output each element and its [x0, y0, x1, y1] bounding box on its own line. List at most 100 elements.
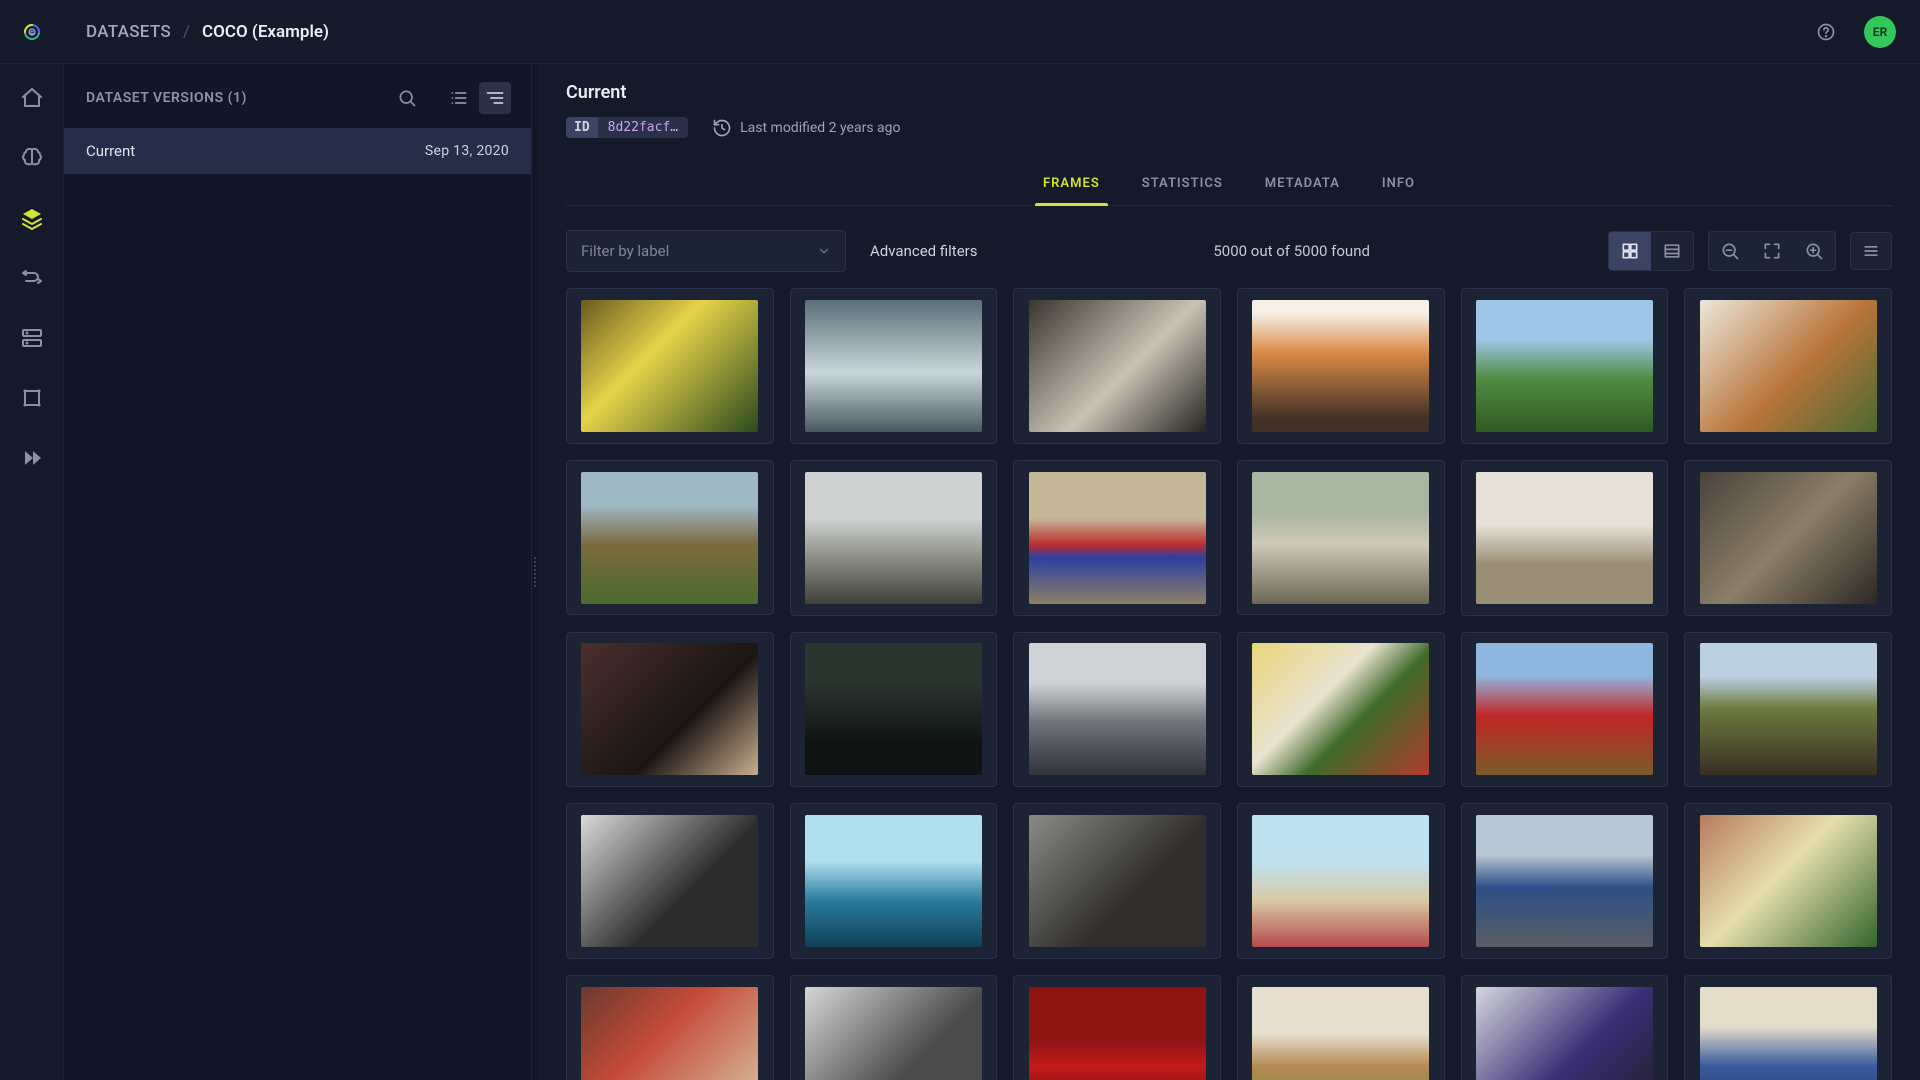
- nav-datasets[interactable]: [16, 202, 48, 234]
- version-date: Sep 13, 2020: [425, 143, 509, 159]
- thumbnail-card[interactable]: [1461, 288, 1669, 444]
- help-button[interactable]: [1810, 16, 1842, 48]
- thumbnail-card[interactable]: [1684, 803, 1892, 959]
- nav-annotations[interactable]: [16, 382, 48, 414]
- user-avatar[interactable]: ER: [1864, 16, 1896, 48]
- topbar: C DATASETS / COCO (Example) ER: [0, 0, 1920, 64]
- advanced-filters-link[interactable]: Advanced filters: [870, 242, 977, 260]
- tab-info[interactable]: INFO: [1364, 166, 1433, 205]
- nav-home[interactable]: [16, 82, 48, 114]
- thumbnail-card[interactable]: [1461, 975, 1669, 1080]
- thumbnail-card[interactable]: [1237, 460, 1445, 616]
- zoom-in-button[interactable]: [1793, 232, 1835, 270]
- thumbnail-card[interactable]: [1684, 632, 1892, 788]
- fast-forward-icon: [20, 446, 44, 470]
- thumbnail-image: [1029, 472, 1206, 604]
- nav-models[interactable]: [16, 142, 48, 174]
- thumbnail-card[interactable]: [790, 975, 998, 1080]
- breadcrumb: DATASETS / COCO (Example): [86, 22, 329, 42]
- thumbnail-card[interactable]: [1013, 460, 1221, 616]
- thumbnail-card[interactable]: [1684, 460, 1892, 616]
- thumbnail-card[interactable]: [1237, 288, 1445, 444]
- filter-placeholder: Filter by label: [581, 242, 669, 260]
- version-row[interactable]: Current Sep 13, 2020: [64, 128, 531, 174]
- sidebar-view-tree-button[interactable]: [479, 82, 511, 114]
- thumbnail-card[interactable]: [1013, 632, 1221, 788]
- view-table-button[interactable]: [1651, 232, 1693, 270]
- tab-frames[interactable]: FRAMES: [1025, 166, 1118, 205]
- view-mode-segment: [1608, 231, 1694, 271]
- sidebar-view-list-button[interactable]: [443, 82, 475, 114]
- thumbnail-image: [1700, 987, 1877, 1080]
- thumbnail-image: [1252, 815, 1429, 947]
- view-grid-button[interactable]: [1609, 232, 1651, 270]
- tab-metadata[interactable]: METADATA: [1247, 166, 1358, 205]
- thumbnail-card[interactable]: [1684, 288, 1892, 444]
- thumbnail-image: [581, 643, 758, 775]
- thumbnail-card[interactable]: [790, 803, 998, 959]
- zoom-out-button[interactable]: [1709, 232, 1751, 270]
- frames-toolbar: Filter by label Advanced filters 5000 ou…: [538, 214, 1920, 288]
- pipeline-icon: [20, 266, 44, 290]
- id-value: 8d22facf…: [598, 117, 688, 138]
- breadcrumb-root[interactable]: DATASETS: [86, 22, 171, 42]
- thumbnail-card[interactable]: [1461, 460, 1669, 616]
- filter-by-label-select[interactable]: Filter by label: [566, 230, 846, 272]
- history-icon: [712, 118, 732, 138]
- thumbnail-card[interactable]: [1237, 632, 1445, 788]
- zoom-fit-button[interactable]: [1751, 232, 1793, 270]
- tab-statistics[interactable]: STATISTICS: [1124, 166, 1241, 205]
- breadcrumb-leaf[interactable]: COCO (Example): [202, 22, 329, 42]
- thumbnail-image: [1029, 643, 1206, 775]
- thumbnail-card[interactable]: [1013, 975, 1221, 1080]
- last-modified: Last modified 2 years ago: [712, 118, 900, 138]
- dataset-id-pill[interactable]: ID 8d22facf…: [566, 117, 688, 138]
- thumbnail-card[interactable]: [566, 975, 774, 1080]
- thumbnail-image: [1029, 815, 1206, 947]
- table-icon: [1662, 241, 1682, 261]
- nav-rail: [0, 64, 64, 1080]
- thumbnail-card[interactable]: [1461, 803, 1669, 959]
- help-circle-icon: [1816, 22, 1836, 42]
- thumbnail-image: [1476, 643, 1653, 775]
- thumbnail-card[interactable]: [566, 803, 774, 959]
- logo[interactable]: C: [0, 22, 64, 42]
- sidebar-title: DATASET VERSIONS (1): [86, 90, 247, 106]
- sidebar-search-button[interactable]: [391, 82, 423, 114]
- zoom-in-icon: [1804, 241, 1824, 261]
- thumbnail-card[interactable]: [1461, 632, 1669, 788]
- thumbnail-image: [805, 987, 982, 1080]
- thumbnail-card[interactable]: [790, 288, 998, 444]
- content-title: Current: [566, 82, 1892, 103]
- thumbnail-card[interactable]: [790, 460, 998, 616]
- thumbnail-image: [1700, 815, 1877, 947]
- thumbnail-image: [1252, 643, 1429, 775]
- thumbnail-card[interactable]: [566, 460, 774, 616]
- thumbnail-image: [1252, 987, 1429, 1080]
- zoom-segment: [1708, 231, 1836, 271]
- nav-servers[interactable]: [16, 322, 48, 354]
- thumbnail-image: [805, 643, 982, 775]
- thumbnail-card[interactable]: [566, 632, 774, 788]
- thumbnail-grid: [566, 288, 1892, 1080]
- thumbnail-card[interactable]: [566, 288, 774, 444]
- thumbnail-image: [1700, 643, 1877, 775]
- versions-sidebar: DATASET VERSIONS (1) Current Sep 13, 202…: [64, 64, 532, 1080]
- thumbnail-image: [1700, 300, 1877, 432]
- bounding-box-icon: [20, 386, 44, 410]
- nav-pipelines[interactable]: [16, 262, 48, 294]
- thumbnail-image: [805, 815, 982, 947]
- content-area: Current ID 8d22facf… Last modified 2 yea…: [538, 64, 1920, 1080]
- thumbnail-card[interactable]: [1684, 975, 1892, 1080]
- menu-icon: [1861, 241, 1881, 261]
- thumbnail-card[interactable]: [790, 632, 998, 788]
- list-icon: [449, 88, 469, 108]
- nav-jobs[interactable]: [16, 442, 48, 474]
- grid-menu-button[interactable]: [1850, 232, 1892, 270]
- thumbnail-card[interactable]: [1237, 975, 1445, 1080]
- thumbnail-card[interactable]: [1237, 803, 1445, 959]
- chevron-down-icon: [817, 244, 831, 258]
- thumbnail-card[interactable]: [1013, 288, 1221, 444]
- thumbnail-card[interactable]: [1013, 803, 1221, 959]
- thumbnail-image: [1476, 987, 1653, 1080]
